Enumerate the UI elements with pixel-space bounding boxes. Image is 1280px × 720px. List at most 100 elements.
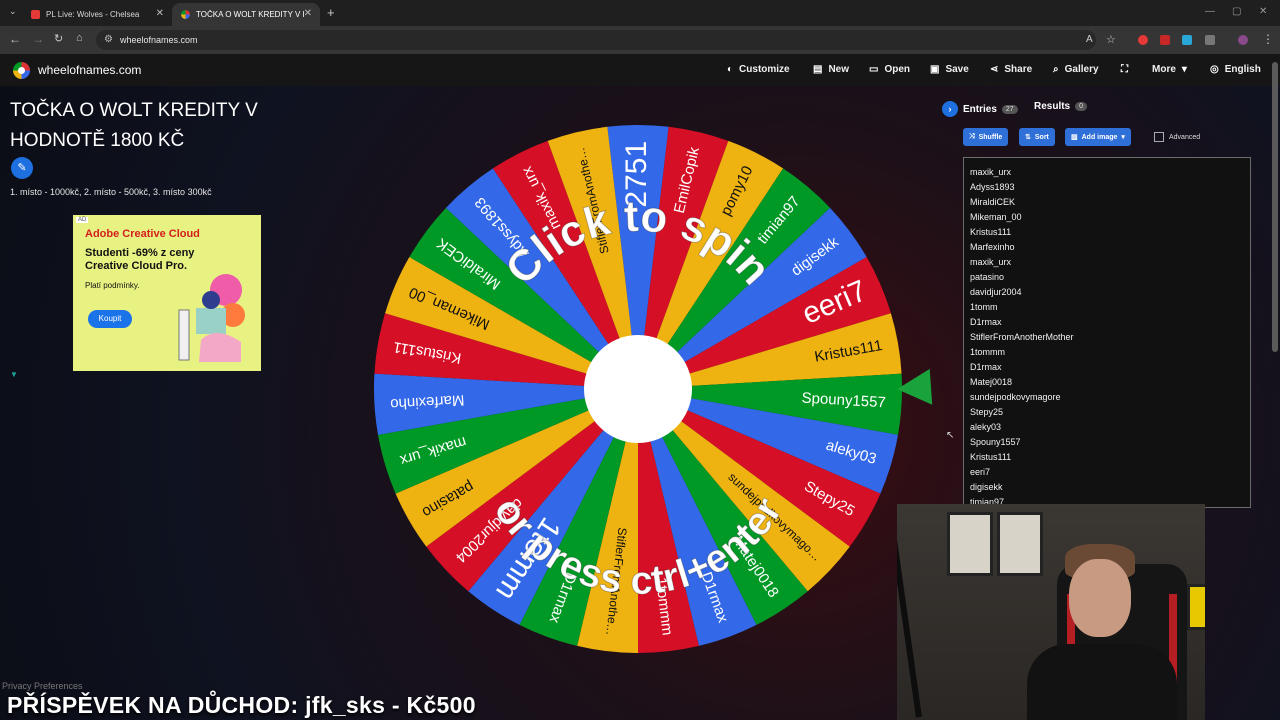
chevron-down-icon: ▾ [1121,134,1125,141]
tab-label: PL Live: Wolves - Chelsea [46,10,140,19]
tab-list-icon[interactable]: ⌄ [9,6,17,17]
entry-line[interactable]: patasino [964,270,1250,285]
window-close-icon[interactable]: ✕ [1259,6,1267,17]
webcam-overlay [897,504,1205,720]
tab-pl-live[interactable]: PL Live: Wolves - Chelsea ✕ [22,3,172,26]
share-icon: ⋖ [990,64,999,75]
entry-line[interactable]: D1rmax [964,360,1250,375]
entry-line[interactable]: Kristus111 [964,450,1250,465]
entry-line[interactable]: Matej0018 [964,375,1250,390]
wheel-logo-icon[interactable] [13,62,30,79]
open-label: Open [884,64,911,75]
entry-line[interactable]: 1tomm [964,300,1250,315]
save-icon: ▣ [930,64,940,75]
tab-wheel[interactable]: TOČKA O WOLT KREDITY V HO ✕ [172,3,320,26]
framed-jersey-image [1187,584,1205,630]
save-button[interactable]: ▣ Save [930,64,969,75]
customize-button[interactable]: ◐ Customize [727,64,790,75]
entry-line[interactable]: davidjur2004 [964,285,1250,300]
streamer-face-image [1069,559,1131,637]
new-button[interactable]: ▤ New [813,64,849,75]
back-icon[interactable]: ← [9,32,21,46]
collapse-chevron-icon[interactable]: › [942,101,958,117]
extensions-puzzle-icon[interactable] [1205,35,1215,45]
profile-avatar-icon[interactable] [1238,35,1248,45]
entry-line[interactable]: aleky03 [964,420,1250,435]
entry-line[interactable]: Stepy25 [964,405,1250,420]
wheel-of-names[interactable]: 2751 EmilCopik pomy10timian97digisekkeeri7… [370,121,906,657]
fullscreen-button[interactable]: ⛶ [1121,64,1128,75]
entry-line[interactable]: D1rmax [964,315,1250,330]
more-button[interactable]: More ▾ [1152,64,1187,75]
entries-textarea[interactable]: maxik_urx Adyss1893 MiraldiCEK Mikeman_00 Kr… [963,157,1251,508]
browser-menu-icon[interactable]: ⋮ [1262,32,1274,46]
sort-button[interactable]: ⇅ Sort [1019,128,1055,146]
entry-line[interactable]: Mikeman_00 [964,210,1250,225]
new-tab-icon[interactable]: + [327,5,335,20]
ad-buy-button[interactable]: Koupit [88,310,132,328]
add-image-button[interactable]: ▨ Add image ▾ [1065,128,1131,146]
shuffle-button[interactable]: ⤨ Shuffle [963,128,1009,146]
minimize-icon[interactable]: — [1205,6,1215,17]
more-label: More [1152,64,1176,75]
open-button[interactable]: ▭ Open [869,64,910,75]
share-button[interactable]: ⋖ Share [990,64,1032,75]
shuffle-label: Shuffle [978,133,1003,141]
ad-choices-icon[interactable]: ▼ [10,370,18,379]
reload-icon[interactable]: ↻ [54,32,63,45]
entry-line[interactable]: Kristus111 [964,225,1250,240]
entry-line[interactable]: Adyss1893 [964,180,1250,195]
results-tab-label: Results [1034,101,1071,112]
entry-line[interactable]: 1tommm [964,345,1250,360]
close-icon[interactable]: ✕ [156,8,164,19]
share-label: Share [1004,64,1033,75]
entry-line[interactable]: maxik_urx [964,255,1250,270]
entry-line[interactable]: StiflerFromAnotherMother [964,330,1250,345]
framed-jersey-image [947,512,993,576]
privacy-preferences-link[interactable]: Privacy Preferences [2,681,83,691]
entry-line[interactable]: eeri7 [964,465,1250,480]
site-name[interactable]: wheelofnames.com [38,63,141,77]
site-info-icon[interactable]: ⚙ [104,34,113,45]
entry-line[interactable]: digisekk [964,480,1250,495]
entry-line[interactable]: Marfexinho [964,240,1250,255]
wheel-favicon-icon [181,10,190,19]
tab-results[interactable]: Results 0 [1034,101,1088,112]
mic-arm-image [897,518,922,718]
entry-line[interactable]: sundejpodkovymagore [964,390,1250,405]
entry-line[interactable]: Spouny1557 [964,435,1250,450]
extension-red-icon[interactable] [1138,35,1148,45]
extension-badge-icon[interactable] [1160,35,1170,45]
gallery-button[interactable]: ⌕ Gallery [1053,64,1099,75]
entry-line[interactable]: MiraldiCEK [964,195,1250,210]
tab-label: TOČKA O WOLT KREDITY V HO [196,10,304,19]
tab-entries[interactable]: › Entries 27 [942,101,1018,117]
close-icon[interactable]: ✕ [304,8,312,19]
bookmark-star-icon[interactable]: ☆ [1106,33,1116,46]
advertisement[interactable]: AD Adobe Creative Cloud Studenti -69% z … [73,215,261,371]
mouse-cursor-icon: ↖ [946,430,955,441]
framed-jersey-image [997,512,1043,576]
pencil-icon: ✎ [17,162,27,174]
forward-icon[interactable]: → [32,32,44,46]
checkbox-box[interactable] [1154,132,1164,142]
browser-tab-bar: ⌄ PL Live: Wolves - Chelsea ✕ TOČKA O WO… [0,0,1280,26]
palette-icon: ◐ [727,64,734,75]
wheel-center-hub[interactable] [584,335,692,443]
entry-line[interactable]: maxik_urx [964,165,1250,180]
translate-icon[interactable]: A [1086,34,1093,45]
advanced-label: Advanced [1169,133,1201,141]
extension-blue-icon[interactable] [1182,35,1192,45]
customize-label: Customize [739,64,790,75]
language-button[interactable]: ◎ English [1210,64,1261,75]
sort-icon: ⇅ [1025,134,1031,141]
entries-tab-label: Entries [963,103,997,115]
page-scrollbar[interactable] [1272,62,1278,352]
advanced-checkbox[interactable]: Advanced [1154,132,1200,142]
home-icon[interactable]: ⌂ [76,32,83,44]
streamer-body-image [1027,644,1177,720]
maximize-icon[interactable]: ▢ [1232,6,1241,17]
edit-title-button[interactable]: ✎ [11,157,33,179]
sort-label: Sort [1034,133,1049,141]
url-field[interactable]: ⚙ wheelofnames.com A ☆ [96,30,1116,50]
